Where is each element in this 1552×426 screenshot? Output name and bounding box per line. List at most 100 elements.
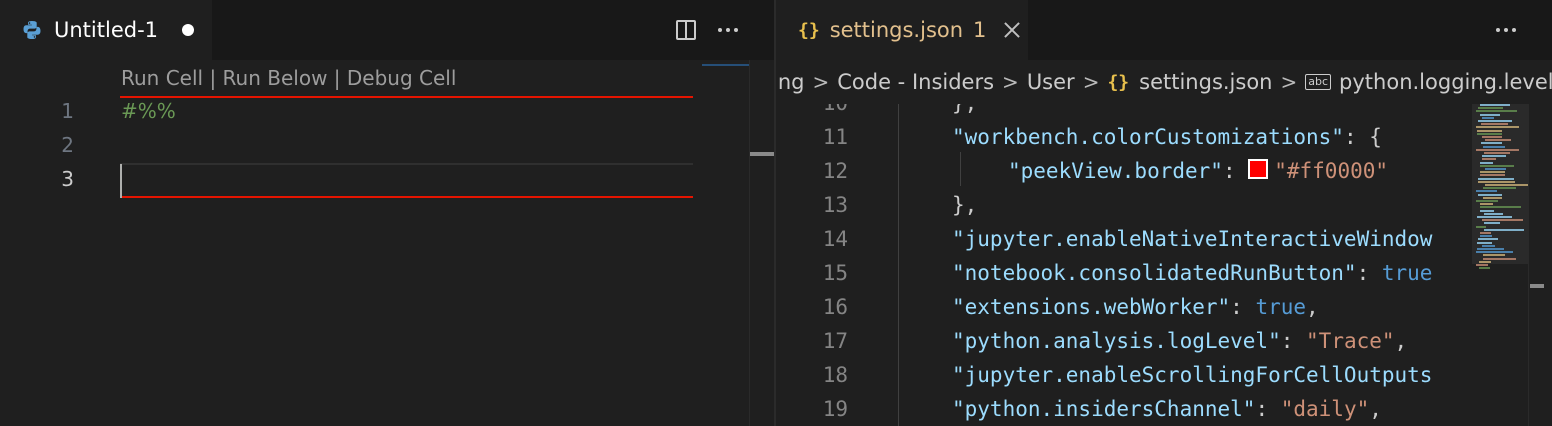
minimap-line	[1482, 219, 1523, 222]
json-punct: ,	[1369, 397, 1382, 421]
code-line: },	[952, 193, 978, 217]
scrollbar-thumb[interactable]	[1530, 284, 1544, 288]
json-string: "#ff0000"	[1274, 159, 1389, 183]
minimap-line	[1480, 164, 1514, 167]
minimap-line	[1476, 264, 1488, 266]
minimap-line	[1476, 148, 1519, 151]
minimap-line	[1476, 225, 1486, 228]
indent-guide	[898, 104, 899, 426]
json-key: "jupyter.enableNativeInteractiveWindow	[952, 227, 1433, 251]
code-line: "notebook.consolidatedRunButton": true	[952, 261, 1432, 285]
json-key: "extensions.webWorker"	[952, 295, 1231, 319]
minimap-line	[1478, 177, 1514, 180]
code-line: "python.insidersChannel": "daily",	[952, 397, 1382, 421]
minimap-line	[1478, 180, 1515, 183]
scrollbar-thumb[interactable]	[750, 152, 774, 156]
current-line-highlight	[120, 163, 693, 165]
minimap-line	[1480, 161, 1493, 164]
breadcrumb-item-symbol[interactable]: abc python.logging.level	[1305, 70, 1552, 94]
minimap-line	[1480, 235, 1492, 238]
minimap-line	[1476, 200, 1498, 202]
left-editor-group: Untitled-1 Run Cell | Run Below | Debug …	[0, 0, 774, 426]
json-key: "jupyter.enableScrollingForCellOutputs	[952, 363, 1433, 387]
color-swatch-icon[interactable]	[1248, 159, 1269, 179]
json-key: "python.insidersChannel"	[952, 397, 1256, 421]
tab-settings-json[interactable]: {} settings.json 1	[776, 0, 1028, 60]
json-punct: :	[1222, 159, 1249, 183]
chevron-right-icon: >	[1280, 70, 1298, 94]
minimap-line	[1481, 123, 1508, 126]
minimap-line	[1478, 107, 1503, 110]
line-number: 19	[822, 397, 848, 421]
left-editor-actions	[676, 0, 738, 60]
cell-border-top	[120, 96, 693, 98]
more-actions-icon[interactable]	[1496, 28, 1516, 32]
indent-guide	[960, 152, 961, 186]
minimap-line	[1484, 152, 1510, 154]
json-editor[interactable]: 10 11 12 13 14 15 16 17 18 19 }, "workbe…	[776, 104, 1552, 426]
tab-untitled-1[interactable]: Untitled-1	[0, 0, 212, 60]
line-number: 13	[822, 193, 848, 217]
right-tab-bar: {} settings.json 1	[776, 0, 1552, 60]
minimap-line	[1483, 254, 1505, 257]
split-editor-icon[interactable]	[676, 20, 696, 40]
minimap-line	[1480, 203, 1493, 206]
code-line: "python.analysis.logLevel": "Trace",	[952, 329, 1407, 353]
line-number: 14	[822, 227, 848, 251]
breadcrumb-item[interactable]: User	[1027, 70, 1075, 94]
line-number: 17	[822, 329, 848, 353]
json-string: "Trace"	[1306, 329, 1395, 353]
line-number: 10	[776, 104, 848, 115]
string-property-icon: abc	[1305, 74, 1332, 90]
json-bool: true	[1255, 295, 1307, 319]
chevron-right-icon: >	[1002, 70, 1019, 94]
line-number: 15	[822, 261, 848, 285]
minimap-line	[1480, 113, 1500, 116]
codelens-actions[interactable]: Run Cell | Run Below | Debug Cell	[121, 66, 456, 90]
minimap-line	[1476, 126, 1519, 129]
minimap-line	[1476, 190, 1497, 193]
json-key: "notebook.consolidatedRunButton"	[952, 261, 1357, 285]
vertical-scrollbar[interactable]	[749, 60, 750, 426]
close-icon[interactable]	[1002, 20, 1022, 40]
json-punct: :	[1356, 261, 1382, 285]
minimap-line	[1485, 139, 1511, 142]
minimap-line	[1485, 184, 1528, 186]
json-punct: ,	[1394, 329, 1408, 353]
tab-title: settings.json	[829, 18, 964, 42]
minimap-line	[1480, 171, 1505, 174]
minimap-line	[1477, 129, 1502, 132]
json-bool: true	[1381, 261, 1433, 285]
line-number: 12	[822, 159, 848, 183]
minimap-line	[1482, 158, 1496, 161]
breadcrumb-item[interactable]: Code - Insiders	[837, 70, 994, 94]
json-key: "workbench.colorCustomizations"	[952, 125, 1344, 149]
minimap-line	[1483, 257, 1516, 260]
breadcrumb-item[interactable]: ing	[776, 70, 804, 94]
left-tab-bar: Untitled-1	[0, 0, 774, 60]
minimap-line	[1480, 174, 1505, 177]
minimap[interactable]	[1472, 104, 1528, 274]
line-number: 1	[61, 99, 74, 123]
more-actions-icon[interactable]	[718, 28, 738, 32]
minimap-line	[1481, 142, 1502, 145]
breadcrumb: ing > Code - Insiders > User > {} settin…	[776, 60, 1552, 104]
unsaved-dot-icon[interactable]	[182, 24, 195, 36]
code-line[interactable]: #%%	[121, 99, 176, 123]
minimap-line	[1478, 193, 1502, 196]
right-editor-actions	[1496, 0, 1516, 60]
code-line: },	[952, 104, 977, 115]
minimap-line	[1482, 116, 1494, 119]
minimap-line	[1477, 248, 1504, 250]
code-line: "jupyter.enableScrollingForCellOutputs	[952, 363, 1432, 387]
vertical-scrollbar[interactable]	[1528, 104, 1543, 426]
minimap-line	[1482, 244, 1495, 247]
chevron-right-icon: >	[812, 70, 830, 94]
code-line: "extensions.webWorker": true,	[952, 295, 1319, 319]
problem-count-badge: 1	[973, 18, 987, 42]
code-line: "jupyter.enableNativeInteractiveWindow	[952, 227, 1432, 251]
json-punct: : {	[1343, 125, 1382, 149]
minimap-line	[1480, 232, 1491, 234]
json-braces-icon: {}	[1107, 71, 1130, 93]
breadcrumb-item-file[interactable]: {} settings.json	[1107, 70, 1272, 94]
